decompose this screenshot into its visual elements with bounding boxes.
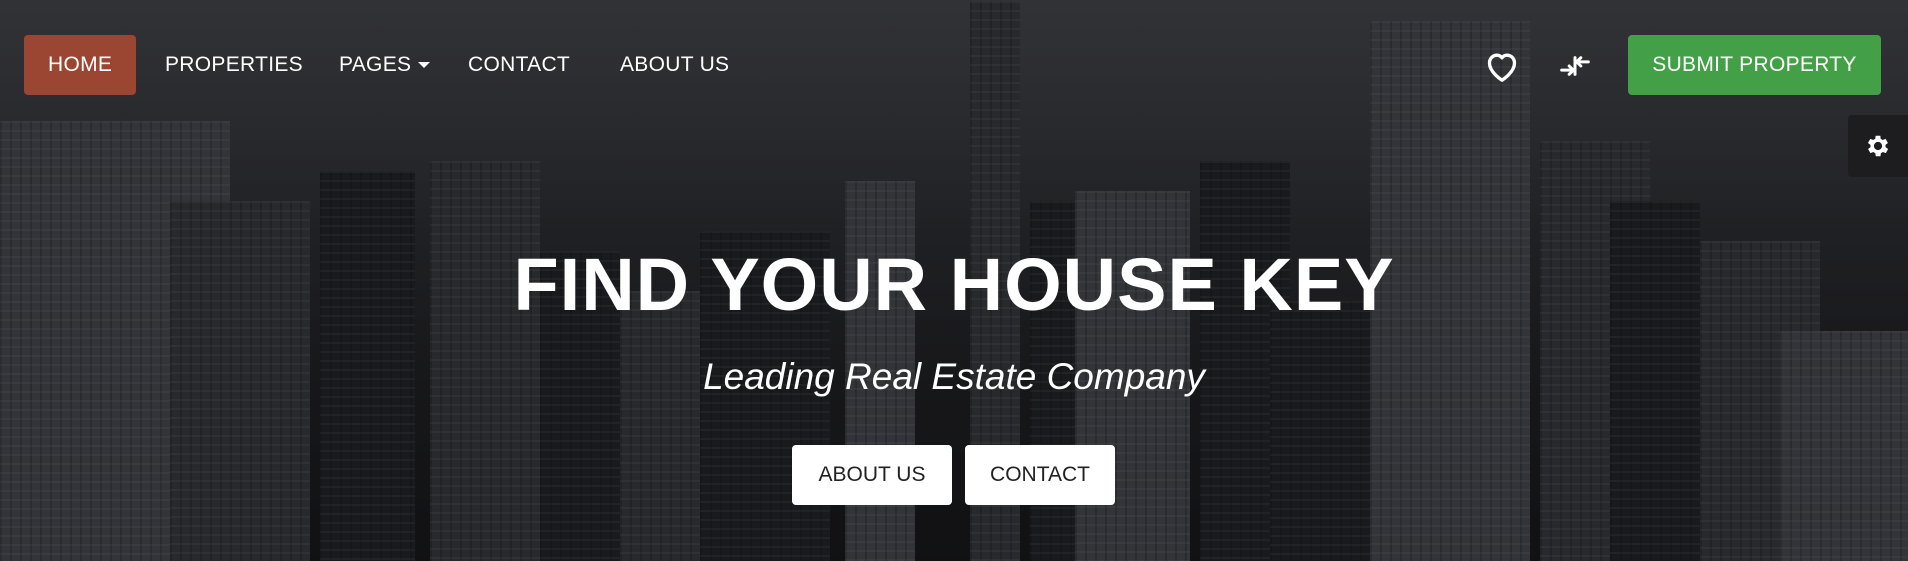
main-navbar: HOME PROPERTIES PAGES CONTACT ABOUT US S…	[0, 0, 1908, 100]
hero-subtitle: Leading Real Estate Company	[703, 356, 1205, 397]
hero-title: FIND YOUR HOUSE KEY	[513, 243, 1395, 326]
nav-about-us[interactable]: ABOUT US	[620, 36, 729, 94]
compare-arrows-icon	[1560, 56, 1590, 76]
submit-property-button[interactable]: SUBMIT PROPERTY	[1628, 35, 1881, 95]
nav-properties-label: PROPERTIES	[165, 53, 303, 76]
about-us-button[interactable]: ABOUT US	[792, 445, 952, 505]
nav-about-us-label: ABOUT US	[620, 53, 730, 76]
nav-contact[interactable]: CONTACT	[468, 36, 570, 94]
settings-toggle[interactable]	[1848, 115, 1908, 177]
nav-properties[interactable]: PROPERTIES	[165, 36, 303, 94]
nav-pages[interactable]: PAGES	[339, 36, 431, 94]
chevron-down-icon	[418, 62, 431, 69]
contact-button[interactable]: CONTACT	[965, 445, 1115, 505]
nav-home[interactable]: HOME	[24, 35, 137, 95]
nav-home-label: HOME	[48, 53, 113, 76]
heart-icon	[1487, 53, 1517, 82]
nav-pages-label: PAGES	[339, 53, 412, 76]
compare-button[interactable]	[1555, 46, 1595, 86]
favorites-button[interactable]	[1482, 46, 1522, 86]
nav-contact-label: CONTACT	[468, 53, 571, 76]
gear-icon	[1867, 135, 1889, 157]
